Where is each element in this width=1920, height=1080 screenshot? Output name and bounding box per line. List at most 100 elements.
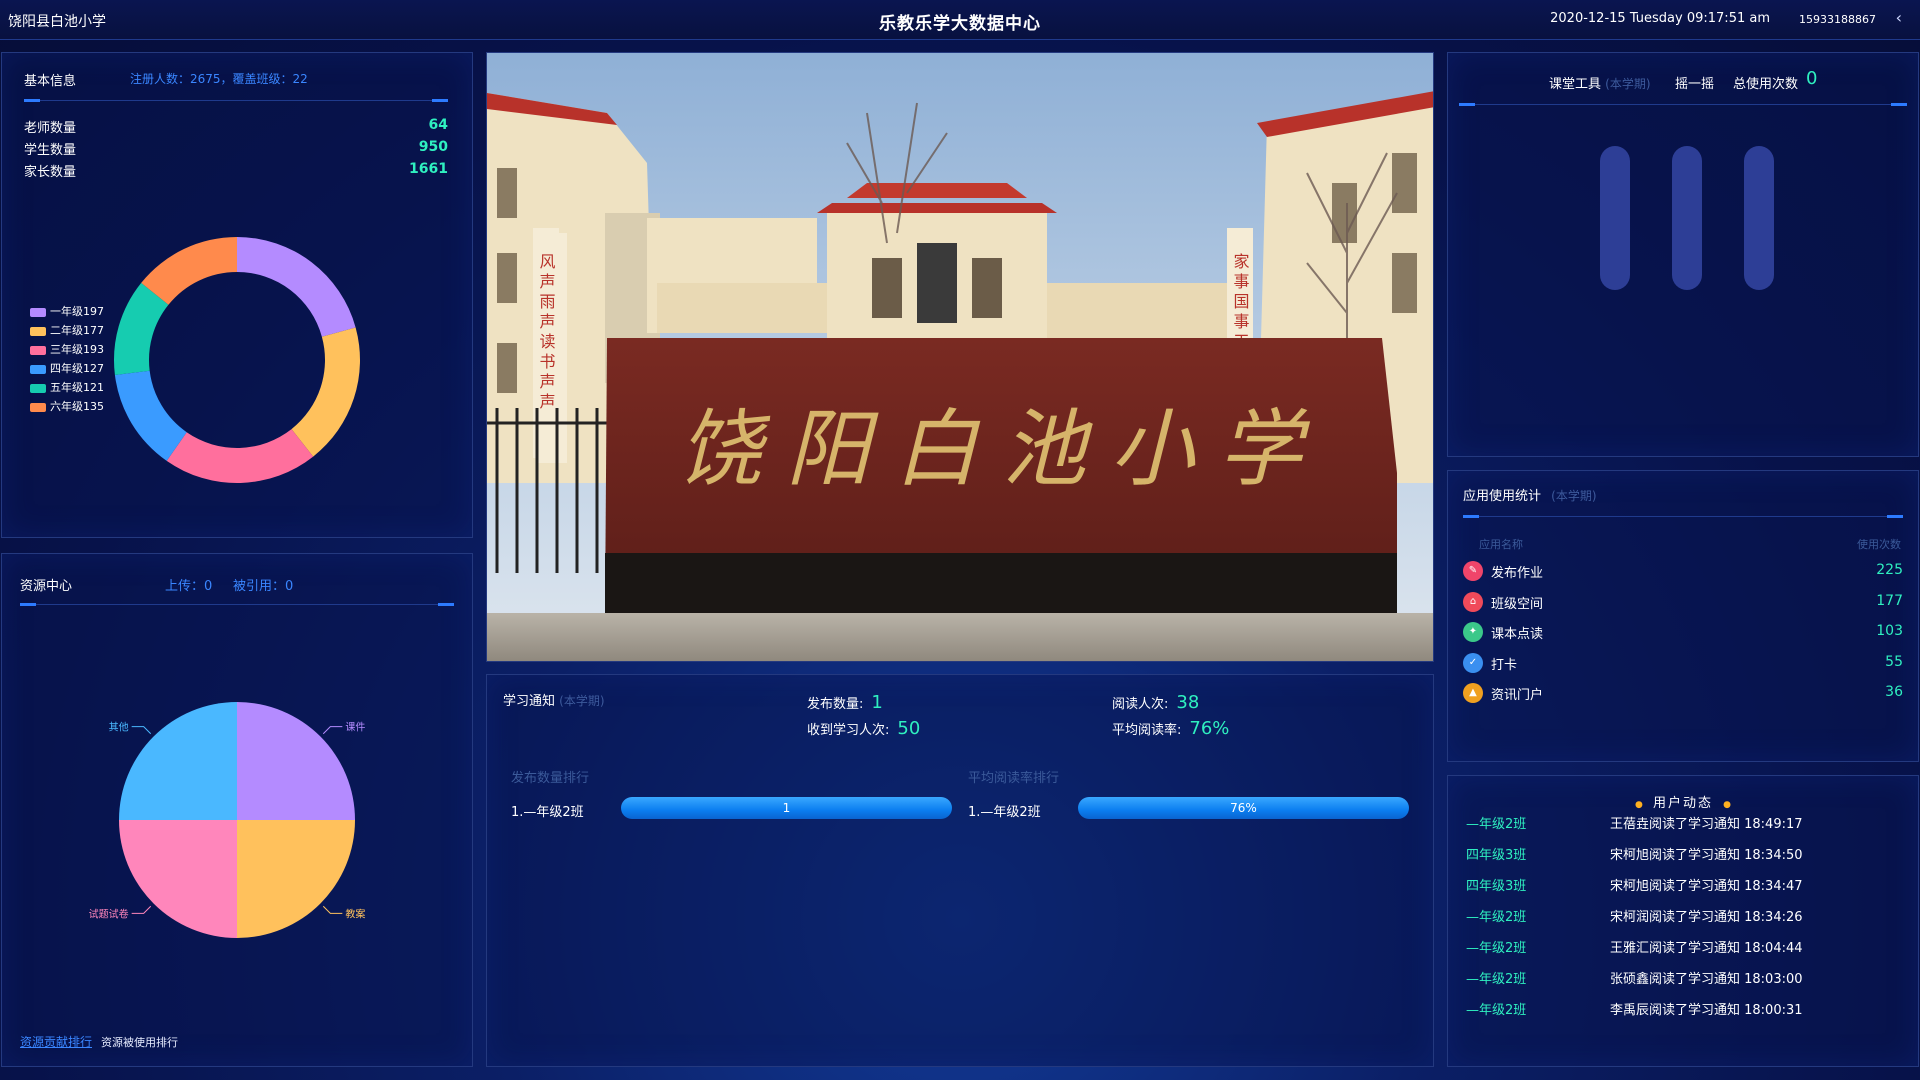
feed-class: —年级2班 [1466,941,1527,956]
app-usage-row[interactable]: ✦ 课本点读 103 [1463,620,1903,646]
pie-label-课件: 课件 [345,722,365,734]
pie-label-试题试卷: 试题试卷 [89,907,129,920]
stat-teachers: 老师数量 64 [24,117,448,136]
pie-slice-其他[interactable] [119,702,237,820]
user-phone[interactable]: 15933188867 [1799,13,1876,26]
legend-label: 五年级121 [50,381,104,394]
grade-donut-chart [114,237,360,483]
user-feed-title: ● 用户动态 ● [1634,796,1731,811]
stat-students: 学生数量 950 [24,139,448,158]
pie-slice-试题试卷[interactable] [119,820,237,938]
app-count-header: 使用次数 [1857,538,1901,551]
chevron-left-icon[interactable]: ‹ [1896,8,1902,27]
feed-class: —年级2班 [1466,972,1527,987]
feed-message: 李禹辰阅读了学习通知 18:00:31 [1610,1003,1803,1018]
legend-swatch [30,402,46,412]
resource-contribution-link[interactable]: 资源贡献排行 [20,1033,92,1050]
app-usage-row[interactable]: ▲ 资讯门户 36 [1463,681,1903,707]
feed-message: 张硕鑫阅读了学习通知 18:03:00 [1610,972,1803,987]
publish-rank-title: 发布数量排行 [511,771,590,786]
pie-label-leader [131,905,152,914]
dot-icon: ● [1723,800,1731,810]
app-name: 资讯门户 [1491,688,1544,703]
app-usage-row[interactable]: ⌂ 班级空间 177 [1463,590,1903,616]
app-count: 55 [1885,653,1903,670]
top-bar: 饶阳县白池小学 乐教乐学大数据中心 2020-12-15 Tuesday 09:… [0,0,1920,40]
legend-swatch [30,326,46,336]
portal-icon: ▲ [1463,683,1483,703]
pie-slice-课件[interactable] [237,702,355,820]
pie-slice-教案[interactable] [237,820,355,938]
legend-swatch [30,345,46,355]
read-rank-bar: 76% [1078,797,1409,819]
legend-label: 四年级127 [50,362,104,375]
feed-class: —年级2班 [1466,910,1527,925]
legend-item-3[interactable]: 三年级193 [30,341,104,357]
pie-label-leader [322,905,343,914]
school-gate-image: 风声雨声读书声声 家事国事天下事 饶阳白池小学 [487,53,1433,661]
feed-row: —年级2班 宋柯润阅读了学习通知 18:34:26 [1466,904,1906,926]
resource-pie-chart: 课件教案 试题试卷 其他 [89,702,365,938]
feed-row: 四年级3班 宋柯旭阅读了学习通知 18:34:47 [1466,873,1906,895]
tools-divider [1459,103,1907,106]
feed-message: 王雅汇阅读了学习通知 18:04:44 [1610,941,1803,956]
pie-label-leader [131,726,152,735]
resource-center-title: 资源中心 [20,579,73,594]
app-name: 课本点读 [1491,627,1544,642]
app-count: 36 [1885,684,1903,700]
app-name: 打卡 [1491,657,1518,673]
resource-usage-rank[interactable]: 资源被使用排行 [101,1034,178,1050]
legend-item-2[interactable]: 二年级177 [30,322,104,338]
app-name: 发布作业 [1491,566,1544,581]
app-count: 177 [1876,592,1903,609]
dot-icon: ● [1634,800,1643,810]
pie-label-其他: 其他 [109,721,129,734]
homework-icon: ✎ [1463,561,1483,581]
feed-class: 四年级3班 [1466,848,1527,863]
left-banner-text: 风声雨声读书声声 [537,253,556,413]
app-name: 班级空间 [1491,596,1544,612]
legend-label: 六年级135 [50,400,104,413]
feed-message: 宋柯旭阅读了学习通知 18:34:50 [1610,848,1803,863]
pie-label-leader [322,726,343,735]
basic-info-title: 基本信息 [24,74,77,89]
publish-rank-name: 1.—年级2班 [511,805,584,820]
feed-row: —年级2班 王蓓垚阅读了学习通知 18:49:17 [1466,811,1906,833]
notice-title: 学习通知 (本学期) [503,694,605,709]
notice-read-rate: 平均阅读率: 76% [1112,718,1230,739]
shake-tool-label[interactable]: 摇一摇 [1675,73,1714,92]
read-rank-title: 平均阅读率排行 [968,771,1060,786]
legend-item-4[interactable]: 四年级127 [30,360,104,376]
notice-received: 收到学习人次: 50 [807,718,921,739]
learning-notice-panel [486,674,1434,1067]
feed-row: —年级2班 王雅汇阅读了学习通知 18:04:44 [1466,935,1906,957]
pie-label-教案: 教案 [345,907,365,920]
donut-slice-一年级[interactable] [237,237,356,337]
donut-slice-四年级[interactable] [114,370,187,461]
notice-published: 发布数量: 1 [807,692,883,713]
app-usage-divider [1463,515,1903,518]
feed-row: —年级2班 李禹辰阅读了学习通知 18:00:31 [1466,997,1906,1019]
school-sign-text: 饶阳白池小学 [678,400,1326,498]
app-count: 103 [1876,623,1903,639]
app-usage-row[interactable]: ✎ 发布作业 225 [1463,559,1903,585]
current-datetime: 2020-12-15 Tuesday 09:17:51 am [1550,11,1770,26]
notice-readers: 阅读人次: 38 [1112,692,1200,713]
upload-count: 上传：0 [165,579,213,594]
basic-info-divider [24,99,448,102]
donut-slice-三年级[interactable] [166,429,314,483]
legend-label: 二年级177 [50,324,104,337]
donut-slice-二年级[interactable] [291,327,360,457]
legend-item-6[interactable]: 六年级135 [30,398,104,414]
legend-item-5[interactable]: 五年级121 [30,379,104,395]
legend-swatch [30,364,46,374]
feed-row: 四年级3班 宋柯旭阅读了学习通知 18:34:50 [1466,842,1906,864]
app-usage-row[interactable]: ✓ 打卡 55 [1463,651,1903,677]
tool-bar-3 [1744,146,1774,290]
legend-swatch [30,307,46,317]
tool-bar-2 [1672,146,1702,290]
tool-bar-1 [1600,146,1630,290]
legend-item-1[interactable]: 一年级197 [30,303,104,319]
legend-label: 一年级197 [50,305,104,318]
classroom-tools-title: 课堂工具 (本学期) [1549,77,1651,92]
